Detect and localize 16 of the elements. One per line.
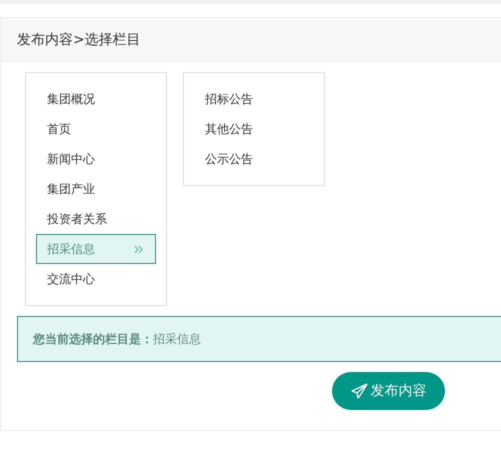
category-item[interactable]: 新闻中心 (36, 144, 156, 174)
category-item[interactable]: 投资者关系 (36, 204, 156, 234)
notice-label: 您当前选择的栏目是： (33, 330, 153, 348)
paper-plane-icon (350, 383, 368, 399)
notice-value: 招采信息 (153, 330, 201, 348)
category-item[interactable]: 首页 (36, 114, 156, 144)
subcategory-item[interactable]: 招标公告 (194, 84, 314, 114)
subcategory-item[interactable]: 公示公告 (194, 144, 314, 174)
category-item[interactable]: 招采信息 (36, 234, 156, 264)
category-item[interactable]: 集团产业 (36, 174, 156, 204)
page-title: 发布内容>选择栏目 (17, 30, 141, 48)
double-chevron-icon (134, 244, 143, 254)
category-item[interactable]: 交流中心 (36, 264, 156, 294)
publish-button[interactable]: 发布内容 (332, 372, 445, 410)
subcategory-item[interactable]: 其他公告 (194, 114, 314, 144)
category-item[interactable]: 集团概况 (36, 84, 156, 114)
